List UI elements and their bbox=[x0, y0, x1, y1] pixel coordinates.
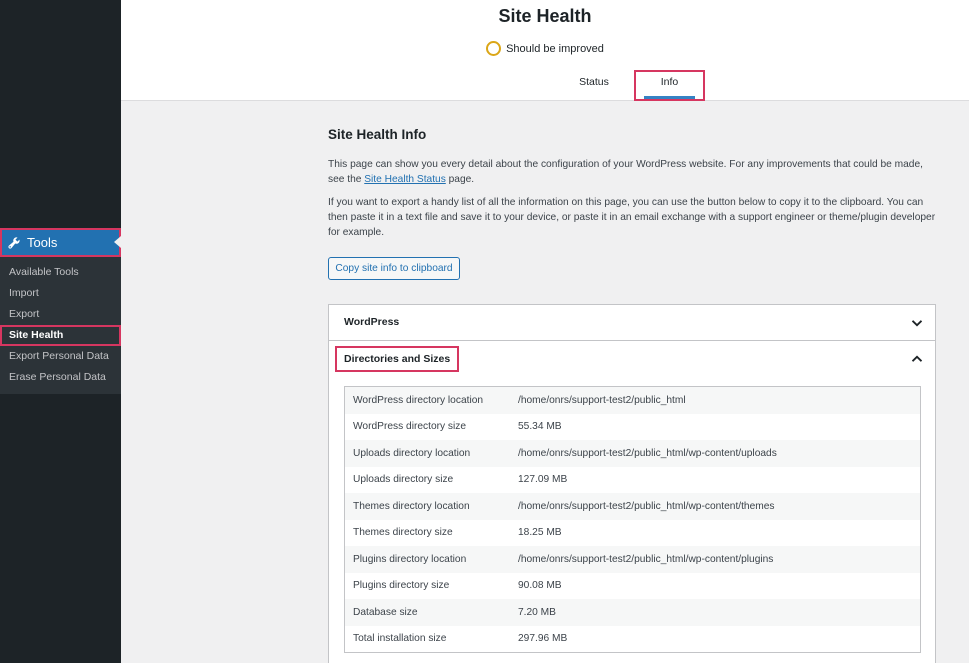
info-accordion: WordPress Directories and Sizes WordPres… bbox=[328, 304, 936, 663]
sidebar-menu-tools[interactable]: Tools bbox=[0, 228, 121, 257]
table-row: Plugins directory size 90.08 MB bbox=[345, 572, 920, 599]
section-heading: Site Health Info bbox=[328, 127, 427, 142]
table-row: Themes directory size 18.25 MB bbox=[345, 519, 920, 546]
health-status-text: Should be improved bbox=[506, 42, 604, 55]
row-value: 297.96 MB bbox=[518, 633, 568, 645]
row-label: WordPress directory location bbox=[353, 394, 484, 406]
chevron-up-icon bbox=[911, 355, 923, 362]
row-label: Themes directory location bbox=[353, 500, 470, 512]
table-row: Database size 7.20 MB bbox=[345, 599, 920, 626]
tab-info[interactable]: Info bbox=[634, 70, 705, 101]
submenu-available-tools[interactable]: Available Tools bbox=[0, 262, 121, 283]
submenu-export[interactable]: Export bbox=[0, 304, 121, 325]
site-health-tabs: Status Info bbox=[121, 70, 969, 101]
accordion-wordpress-title: WordPress bbox=[344, 316, 400, 328]
table-row: Uploads directory size 127.09 MB bbox=[345, 466, 920, 493]
row-label: Themes directory size bbox=[353, 527, 453, 539]
row-label: Plugins directory size bbox=[353, 580, 450, 592]
submenu-site-health[interactable]: Site Health bbox=[0, 325, 121, 346]
intro-paragraph: This page can show you every detail abou… bbox=[328, 157, 936, 187]
row-value: 18.25 MB bbox=[518, 527, 562, 539]
row-value: 7.20 MB bbox=[518, 606, 556, 618]
copy-site-info-button[interactable]: Copy site info to clipboard bbox=[328, 257, 460, 280]
row-value: /home/onrs/support-test2/public_html bbox=[518, 394, 686, 406]
row-label: WordPress directory size bbox=[353, 421, 467, 433]
site-health-header: Site Health Should be improved Status In… bbox=[121, 0, 969, 101]
table-row: Uploads directory location/home/onrs/sup… bbox=[345, 440, 920, 467]
sidebar-menu-tools-label: Tools bbox=[27, 235, 58, 250]
site-health-status-link[interactable]: Site Health Status bbox=[364, 174, 446, 185]
row-value: /home/onrs/support-test2/public_html/wp-… bbox=[518, 553, 774, 565]
row-value: /home/onrs/support-test2/public_html/wp-… bbox=[518, 500, 775, 512]
submenu-import[interactable]: Import bbox=[0, 283, 121, 304]
table-row: WordPress directory location/home/onrs/s… bbox=[345, 387, 920, 414]
table-row: Plugins directory location/home/onrs/sup… bbox=[345, 546, 920, 573]
tools-submenu: Available Tools Import Export Site Healt… bbox=[0, 257, 121, 394]
row-value: /home/onrs/support-test2/public_html/wp-… bbox=[518, 447, 777, 459]
submenu-export-personal-data[interactable]: Export Personal Data bbox=[0, 346, 121, 367]
export-paragraph: If you want to export a handy list of al… bbox=[328, 197, 936, 238]
accordion-directories-title: Directories and Sizes bbox=[335, 346, 460, 372]
accordion-directories-and-sizes[interactable]: Directories and Sizes bbox=[329, 341, 935, 377]
row-value: 127.09 MB bbox=[518, 474, 568, 486]
directories-table: WordPress directory location/home/onrs/s… bbox=[344, 386, 921, 653]
health-status: Should be improved bbox=[121, 41, 969, 56]
row-label: Uploads directory location bbox=[353, 447, 471, 459]
circle-icon bbox=[486, 41, 502, 56]
tab-status[interactable]: Status bbox=[561, 70, 627, 101]
row-value: 55.34 MB bbox=[518, 421, 562, 433]
row-label: Uploads directory size bbox=[353, 474, 454, 486]
row-label: Plugins directory location bbox=[353, 553, 467, 565]
table-row: Themes directory location/home/onrs/supp… bbox=[345, 493, 920, 520]
table-row: Total installation size 297.96 MB bbox=[345, 625, 920, 652]
current-menu-arrow bbox=[114, 236, 121, 248]
row-label: Total installation size bbox=[353, 633, 447, 645]
wrench-icon bbox=[7, 236, 21, 250]
row-label: Database size bbox=[353, 606, 418, 618]
page-title: Site Health bbox=[498, 6, 592, 26]
tab-info-label: Info bbox=[660, 76, 679, 88]
row-value: 90.08 MB bbox=[518, 580, 562, 592]
active-tab-indicator bbox=[644, 96, 695, 99]
chevron-down-icon bbox=[911, 320, 923, 327]
admin-sidebar: Tools Available Tools Import Export Site… bbox=[0, 0, 121, 663]
accordion-wordpress[interactable]: WordPress bbox=[329, 305, 935, 341]
table-row: WordPress directory size 55.34 MB bbox=[345, 413, 920, 440]
submenu-erase-personal-data[interactable]: Erase Personal Data bbox=[0, 367, 121, 388]
intro-text-after: page. bbox=[445, 174, 475, 185]
